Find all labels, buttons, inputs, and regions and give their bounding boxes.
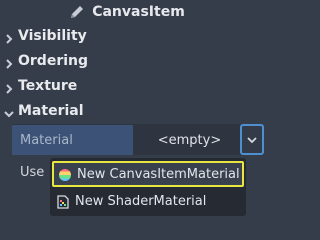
resource-dropdown-button[interactable] bbox=[240, 124, 264, 155]
section-visibility[interactable]: Visibility bbox=[0, 24, 254, 48]
menu-item-label: New CanvasItemMaterial bbox=[77, 166, 240, 182]
chevron-down-icon bbox=[3, 105, 15, 118]
shader-material-icon bbox=[56, 194, 70, 209]
section-label: Visibility bbox=[18, 28, 87, 44]
chevron-right-icon bbox=[3, 55, 15, 69]
property-name-label: Material bbox=[20, 132, 73, 148]
menu-item-new-canvasitemmaterial[interactable]: New CanvasItemMaterial bbox=[52, 161, 244, 187]
material-property-row: Material <empty> bbox=[12, 124, 264, 155]
chevron-right-icon bbox=[3, 80, 15, 94]
use-property-label: Use bbox=[20, 165, 45, 180]
chevron-right-icon bbox=[3, 30, 15, 44]
property-value-label: <empty> bbox=[157, 132, 222, 148]
pencil-icon bbox=[69, 4, 85, 20]
header-title: CanvasItem bbox=[92, 4, 185, 20]
new-resource-popup-menu: New CanvasItemMaterial New ShaderMateria… bbox=[50, 158, 246, 216]
menu-item-new-shadermaterial[interactable]: New ShaderMaterial bbox=[52, 188, 244, 214]
section-label: Material bbox=[18, 103, 84, 119]
section-material[interactable]: Material bbox=[0, 99, 254, 123]
section-label: Ordering bbox=[18, 53, 89, 69]
canvas-item-material-icon bbox=[58, 167, 72, 181]
chevron-down-icon bbox=[247, 136, 257, 143]
inspector-header: CanvasItem bbox=[0, 0, 254, 24]
section-label: Texture bbox=[18, 78, 78, 94]
property-name: Material bbox=[12, 125, 133, 155]
menu-item-label: New ShaderMaterial bbox=[75, 193, 207, 209]
section-texture[interactable]: Texture bbox=[0, 74, 254, 98]
material-resource-picker[interactable]: <empty> bbox=[142, 125, 237, 155]
section-ordering[interactable]: Ordering bbox=[0, 49, 254, 73]
